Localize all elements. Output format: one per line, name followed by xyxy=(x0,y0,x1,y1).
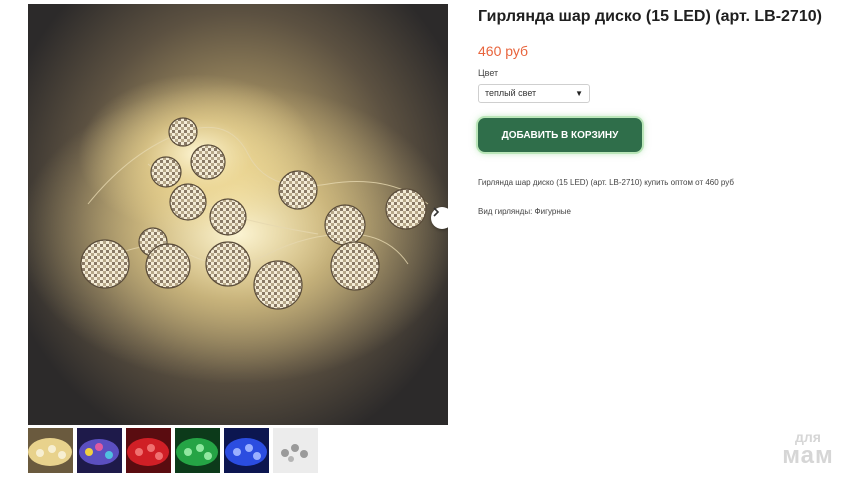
thumbnail-green[interactable] xyxy=(175,428,220,473)
add-to-cart-button[interactable]: ДОБАВИТЬ В КОРЗИНУ xyxy=(478,118,642,152)
thumbnail-strip xyxy=(28,428,318,473)
color-select-value: теплый свет xyxy=(485,88,537,98)
thumbnail-silver[interactable] xyxy=(273,428,318,473)
thumbnail-image xyxy=(273,428,318,473)
thumbnail-image xyxy=(28,428,73,473)
site-watermark-logo: для мам xyxy=(770,430,846,468)
thumbnail-image xyxy=(126,428,171,473)
thumbnail-warm[interactable] xyxy=(28,428,73,473)
chevron-right-icon xyxy=(433,207,440,217)
dropdown-arrow-icon: ▼ xyxy=(575,89,583,98)
color-select[interactable]: теплый свет ▼ xyxy=(478,84,590,103)
product-description: Гирлянда шар диско (15 LED) (арт. LB-271… xyxy=(478,178,734,187)
thumbnail-blue[interactable] xyxy=(224,428,269,473)
color-option-label: Цвет xyxy=(478,68,499,78)
main-product-image[interactable] xyxy=(28,4,448,425)
garland-type: Вид гирлянды: Фигурные xyxy=(478,207,571,216)
product-title: Гирлянда шар диско (15 LED) (арт. LB-271… xyxy=(478,8,822,25)
next-image-button[interactable] xyxy=(431,207,448,229)
product-gallery xyxy=(28,4,448,425)
product-price: 460 руб xyxy=(478,43,529,59)
thumbnail-image xyxy=(77,428,122,473)
thumbnail-red[interactable] xyxy=(126,428,171,473)
thumbnail-image xyxy=(224,428,269,473)
thumbnail-multicolor[interactable] xyxy=(77,428,122,473)
thumbnail-image xyxy=(175,428,220,473)
garland-photo xyxy=(28,74,448,384)
watermark-line2: мам xyxy=(782,442,834,469)
